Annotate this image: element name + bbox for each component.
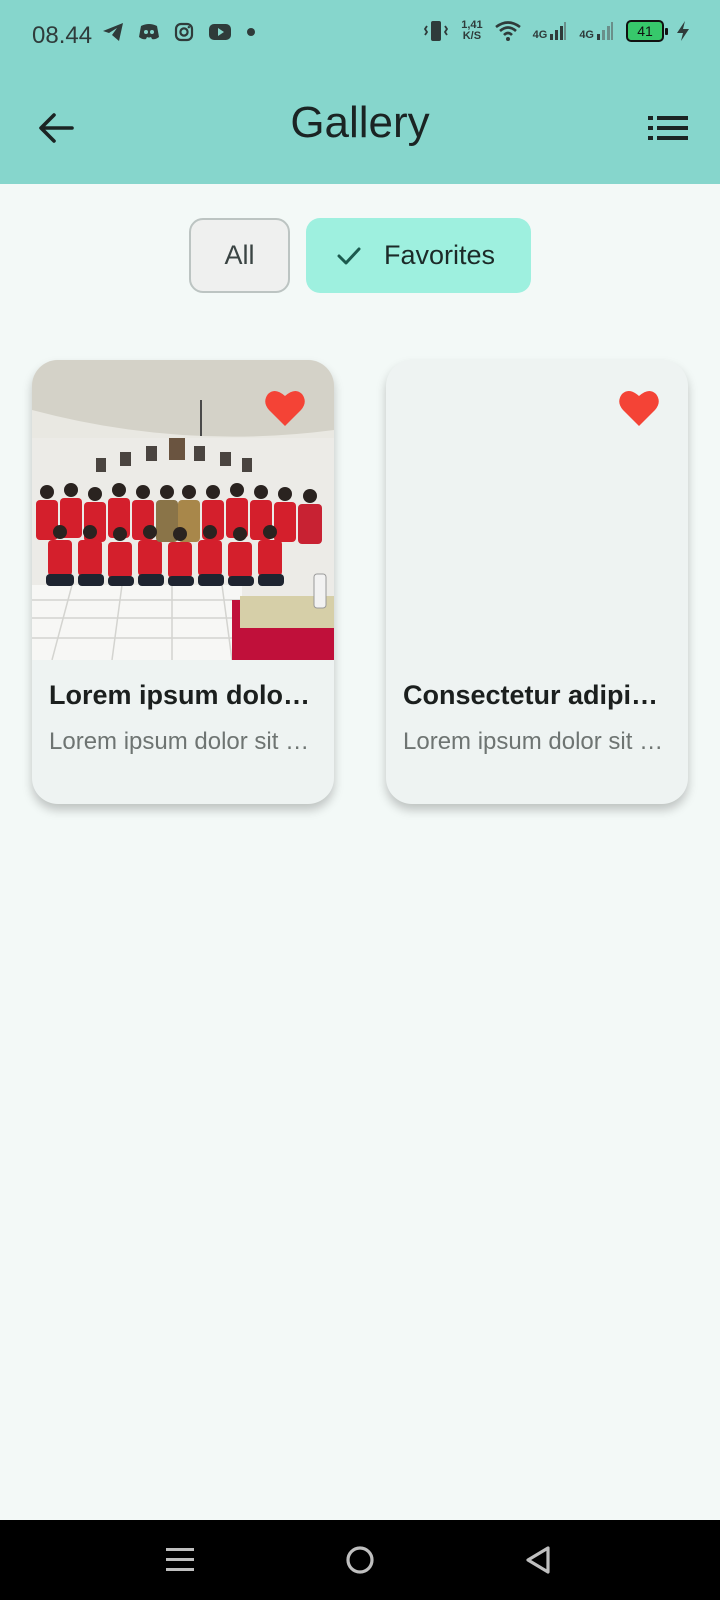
signal-2: 4G [579,21,614,41]
discord-icon [139,24,159,40]
system-navigation-bar [0,1520,720,1600]
home-icon[interactable] [340,1540,380,1580]
gallery-card[interactable]: Consectetur adipiscing elit Lorem ipsum … [386,360,688,804]
signal-icon [597,22,613,40]
notification-icons [102,22,256,42]
gallery-card[interactable]: Lorem ipsum dolor sit amet Lorem ipsum d… [32,360,334,804]
filter-chips: All Favorites [0,218,720,294]
filter-chip-all[interactable]: All [189,218,290,293]
check-icon [337,247,361,264]
filter-chip-favorites[interactable]: Favorites [306,218,531,293]
system-icons: 1,41 K/S 4G 4G 41 [423,20,690,42]
list-view-icon[interactable] [646,108,690,148]
filter-chip-favorites-label: Favorites [383,240,496,270]
wifi-icon [494,21,521,41]
youtube-icon [209,24,231,40]
app-bar: Gallery [0,72,720,184]
page-title: Gallery [290,98,430,147]
card-description: Lorem ipsum dolor sit amet, consectetur [49,728,317,755]
favorite-heart-icon[interactable] [264,388,306,428]
vibrate-icon [424,21,449,41]
card-title: Consectetur adipiscing elit [403,680,671,710]
status-time: 08.44 [32,22,93,49]
filter-chip-all-label: All [224,240,255,270]
charging-icon [677,21,689,41]
card-image [32,360,334,660]
favorite-heart-icon[interactable] [618,388,660,428]
card-title: Lorem ipsum dolor sit amet [49,680,317,710]
network-speed: 1,41 K/S [461,19,483,42]
telegram-icon [103,23,123,41]
battery-indicator: 41 [626,20,668,42]
signal-icon [550,22,567,40]
instagram-icon [174,22,194,42]
recent-apps-icon[interactable] [160,1540,200,1580]
card-image-placeholder [386,360,688,660]
status-bar: 08.44 1,41 K/S 4G 4G 41 [0,0,720,72]
dot-icon [247,28,255,36]
back-nav-icon[interactable] [518,1540,558,1580]
card-description: Lorem ipsum dolor sit amet, consectetur [403,728,671,755]
signal-1: 4G [533,21,568,41]
header: 08.44 1,41 K/S 4G 4G 41 Gallery [0,0,720,184]
